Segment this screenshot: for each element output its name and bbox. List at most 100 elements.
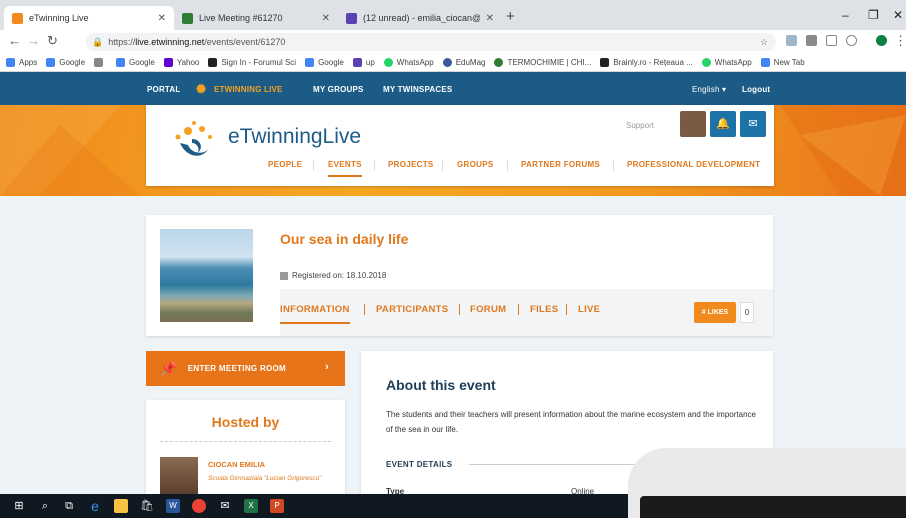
browser-tab-live-meeting[interactable]: Live Meeting #61270 ✕ [174, 6, 338, 30]
new-tab-button[interactable]: + [506, 9, 515, 24]
host-school[interactable]: Scoala Gimnaziala "Lucian Grigorescu" [208, 474, 328, 483]
bookmark-whatsapp[interactable]: WhatsApp [701, 58, 752, 67]
bookmarks-bar: Apps Google Google Yahoo Sign In - Forum… [0, 54, 906, 72]
nav-my-twinspaces[interactable]: MY TWINSPACES [383, 85, 452, 94]
language-selector[interactable]: English ▾ [692, 85, 726, 94]
support-link[interactable]: Support [626, 121, 654, 130]
main-nav-events[interactable]: EVENTS [328, 160, 362, 177]
edge-browser-icon[interactable]: e [88, 499, 102, 513]
bookmark-termochimie[interactable]: TERMOCHIMIE | CHI... [494, 58, 591, 67]
search-icon[interactable]: ⌕ [38, 499, 52, 513]
bookmark-page[interactable] [94, 58, 107, 67]
etwinning-logo-icon[interactable] [166, 117, 222, 165]
logout-link[interactable]: Logout [742, 85, 770, 94]
nav-etwinning-live[interactable]: ETWINNING LIVE [214, 85, 283, 94]
messages-envelope-icon[interactable]: ✉ [740, 111, 766, 137]
extension-icon[interactable] [846, 35, 857, 46]
bookmark-new-tab[interactable]: New Tab [760, 58, 805, 67]
edumag-icon [442, 58, 452, 67]
bookmark-edumag[interactable]: EduMag [442, 58, 485, 67]
nav-my-groups[interactable]: MY GROUPS [313, 85, 364, 94]
minimize-button[interactable]: – [842, 8, 849, 22]
url-prefix: https:// [108, 37, 136, 47]
close-tab-icon[interactable]: ✕ [322, 13, 330, 24]
reload-icon[interactable]: ↻ [47, 34, 58, 48]
main-nav-partner-forums[interactable]: PARTNER FORUMS [521, 160, 600, 169]
webcam-dark-area [640, 496, 906, 518]
profile-avatar-icon[interactable] [876, 35, 887, 46]
bookmark-whatsapp[interactable]: WhatsApp [383, 58, 434, 67]
bookmark-google[interactable]: Google [46, 58, 85, 67]
notifications-bell-icon[interactable]: 🔔 [710, 111, 736, 137]
bookmark-sign-in[interactable]: Sign In - Forumul Sci [208, 58, 296, 67]
windows-taskbar: ⊞ ⌕ ⧉ e 🛍 W ✉ X P [0, 494, 628, 518]
browser-tab-etwinning-live[interactable]: eTwinning Live ✕ [4, 6, 174, 30]
etwinning-live-logo-text: eTwinningLive [228, 125, 362, 148]
menu-dots-icon[interactable]: ⋮ [894, 34, 906, 48]
mail-app-icon[interactable]: ✉ [218, 499, 232, 513]
webcam-overlay [628, 448, 906, 518]
event-tab-participants[interactable]: PARTICIPANTS [376, 304, 448, 315]
header-card: eTwinningLive Support 🔔 ✉ PEOPLE EVENTS … [146, 105, 774, 186]
close-window-button[interactable]: ✕ [893, 8, 903, 22]
event-tab-live[interactable]: LIVE [578, 304, 600, 315]
etwinning-mini-logo-icon: ✺ [196, 82, 207, 96]
nav-divider [442, 160, 443, 171]
bookmark-up[interactable]: up [352, 58, 375, 67]
store-icon[interactable]: 🛍 [140, 499, 154, 513]
excel-icon[interactable]: X [244, 499, 258, 513]
main-nav-groups[interactable]: GROUPS [457, 160, 493, 169]
bookmark-google[interactable]: Google [116, 58, 155, 67]
chrome-icon[interactable] [192, 499, 206, 513]
extension-icon[interactable] [826, 35, 837, 46]
extension-icon[interactable] [806, 35, 817, 46]
mail-favicon-icon [346, 12, 357, 24]
main-nav-professional-development[interactable]: PROFESSIONAL DEVELOPMENT [627, 160, 760, 169]
enter-meeting-room-label: ENTER MEETING ROOM [187, 364, 287, 373]
likes-button[interactable]: # LIKES [694, 302, 736, 323]
tab-divider [459, 304, 460, 315]
task-view-icon[interactable]: ⧉ [62, 499, 76, 513]
event-tab-files[interactable]: FILES [530, 304, 558, 315]
back-arrow-icon[interactable]: ← [8, 34, 21, 48]
browser-tab-mail[interactable]: (12 unread) - emilia_ciocan@ya... ✕ [338, 6, 502, 30]
bookmark-apps[interactable]: Apps [6, 58, 37, 67]
powerpoint-icon[interactable]: P [270, 499, 284, 513]
calendar-icon [280, 271, 288, 280]
google-icon [305, 58, 315, 67]
tab-divider [566, 304, 567, 315]
host-avatar[interactable] [160, 457, 198, 495]
nav-portal[interactable]: PORTAL [147, 85, 181, 94]
bookmark-yahoo[interactable]: Yahoo [163, 58, 199, 67]
main-nav-people[interactable]: PEOPLE [268, 160, 302, 169]
address-row: ← → ↻ 🔒 https://live.etwinning.net/event… [0, 30, 906, 54]
bookmark-brainly[interactable]: Brainly.ro - Rețeaua ... [600, 58, 693, 67]
event-card: Our sea in daily life Registered on: 18.… [146, 215, 773, 336]
enter-meeting-room-button[interactable]: 📌 ENTER MEETING ROOM › [146, 351, 345, 386]
tab-title: Live Meeting #61270 [199, 13, 283, 23]
tab-divider [364, 304, 365, 315]
word-icon[interactable]: W [166, 499, 180, 513]
star-icon[interactable]: ☆ [760, 37, 768, 48]
tab-title: eTwinning Live [29, 13, 89, 23]
event-tab-forum[interactable]: FORUM [470, 304, 506, 315]
file-explorer-icon[interactable] [114, 499, 128, 513]
event-tab-information[interactable]: INFORMATION [280, 304, 350, 324]
brainly-icon [600, 58, 610, 67]
forward-arrow-icon[interactable]: → [27, 34, 40, 48]
close-tab-icon[interactable]: ✕ [486, 13, 494, 24]
extension-icon[interactable] [786, 35, 797, 46]
windows-start-icon[interactable]: ⊞ [12, 499, 26, 513]
maximize-button[interactable]: ❐ [868, 8, 879, 22]
likes-count: 0 [740, 302, 754, 323]
s-icon [208, 58, 218, 67]
bookmark-google[interactable]: Google [305, 58, 344, 67]
event-photo [160, 229, 253, 322]
address-bar[interactable]: 🔒 https://live.etwinning.net/events/even… [86, 33, 776, 51]
close-tab-icon[interactable]: ✕ [158, 13, 166, 24]
main-nav-projects[interactable]: PROJECTS [388, 160, 434, 169]
tab-divider [518, 304, 519, 315]
host-name[interactable]: CIOCAN EMILIA [208, 460, 265, 469]
user-avatar[interactable] [680, 111, 706, 137]
event-registered: Registered on: 18.10.2018 [280, 271, 386, 280]
